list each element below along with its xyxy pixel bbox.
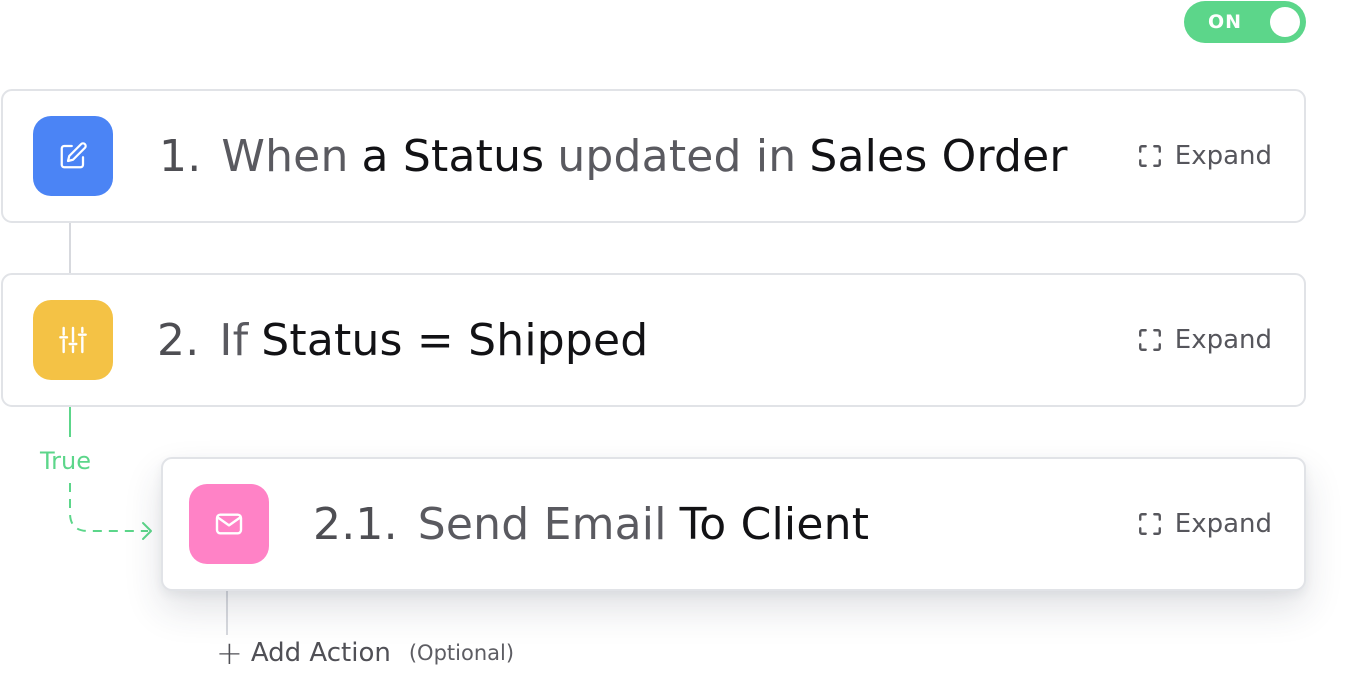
step-2-1-title-part-1: Send Email bbox=[417, 498, 667, 550]
connector-1-2 bbox=[69, 223, 71, 273]
step-card-2-1[interactable]: 2.1. Send Email To Client Expand bbox=[161, 457, 1306, 591]
step-1-title-part-4: Sales Order bbox=[809, 130, 1068, 182]
step-1-title-part-2: a Status bbox=[361, 130, 545, 182]
step-1-expand-button[interactable]: Expand bbox=[1137, 91, 1272, 221]
step-1-number: 1. bbox=[159, 130, 202, 182]
step-2-1-title: 2.1. Send Email To Client bbox=[313, 459, 869, 589]
expand-icon bbox=[1138, 329, 1161, 351]
workflow-canvas: ON True 1. When a Status updated in Sale… bbox=[0, 0, 1354, 678]
step-2-number: 2. bbox=[157, 314, 200, 366]
step-2-1-expand-label: Expand bbox=[1174, 509, 1272, 539]
step-2-expand-label: Expand bbox=[1174, 325, 1272, 355]
workflow-on-toggle[interactable]: ON bbox=[1184, 1, 1306, 43]
toggle-label: ON bbox=[1208, 11, 1243, 33]
add-action-button[interactable]: + Add Action (Optional) bbox=[216, 634, 514, 672]
connector-2-1-add bbox=[226, 591, 228, 635]
step-card-2[interactable]: 2. If Status = Shipped Expand bbox=[1, 273, 1306, 407]
edit-icon bbox=[60, 142, 87, 169]
step-2-1-number: 2.1. bbox=[313, 498, 398, 550]
branch-true-label: True bbox=[40, 447, 91, 475]
step-2-title-part-1: If bbox=[219, 314, 249, 366]
true-branch-connector bbox=[69, 407, 152, 540]
mail-icon bbox=[215, 513, 243, 535]
plus-icon: + bbox=[216, 634, 243, 672]
step-2-1-icon-tile bbox=[189, 484, 269, 564]
add-action-optional-label: (Optional) bbox=[408, 641, 515, 665]
expand-icon bbox=[1138, 513, 1161, 535]
step-2-title: 2. If Status = Shipped bbox=[157, 275, 648, 405]
step-2-icon-tile bbox=[33, 300, 113, 380]
step-2-title-part-2: Status = Shipped bbox=[261, 314, 649, 366]
expand-icon bbox=[1138, 145, 1161, 167]
step-2-1-expand-button[interactable]: Expand bbox=[1137, 459, 1272, 589]
step-1-icon-tile bbox=[33, 116, 113, 196]
step-1-title: 1. When a Status updated in Sales Order bbox=[159, 91, 1068, 221]
step-2-expand-button[interactable]: Expand bbox=[1137, 275, 1272, 405]
step-1-expand-label: Expand bbox=[1174, 141, 1272, 171]
add-action-label: Add Action bbox=[250, 638, 391, 668]
step-2-1-title-part-2: To Client bbox=[679, 498, 870, 550]
toggle-knob[interactable] bbox=[1270, 7, 1300, 37]
step-card-1[interactable]: 1. When a Status updated in Sales Order … bbox=[1, 89, 1306, 223]
step-1-title-part-3: updated in bbox=[557, 130, 797, 182]
step-1-title-part-1: When bbox=[221, 130, 349, 182]
sliders-icon bbox=[59, 326, 87, 354]
